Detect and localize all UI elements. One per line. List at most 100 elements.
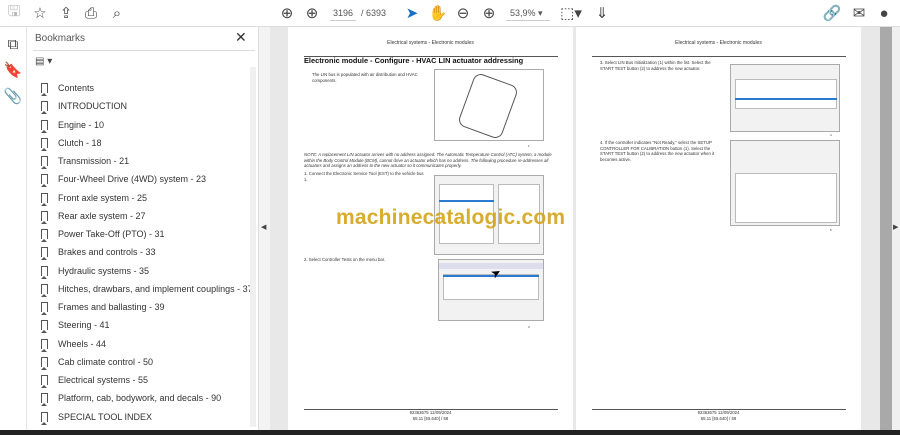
bookmark-item[interactable]: Hitches, drawbars, and implement couplin… [41, 281, 253, 297]
bookmark-label: Cab climate control - 50 [58, 356, 154, 367]
bookmark-label: Rear axle system - 27 [58, 210, 146, 221]
step-3: 3. Select LIN Bus Initialization (1) wit… [600, 60, 711, 71]
bookmark-icon [41, 210, 48, 224]
bookmark-item[interactable]: Brakes and controls - 33 [41, 244, 156, 261]
bookmark-item[interactable]: Electrical systems - 55 [41, 372, 148, 388]
divider [592, 56, 846, 57]
figure-number: 4 [830, 133, 832, 137]
page-header: Electrical systems - Electronic modules [387, 40, 474, 46]
note-text: NOTE: A replacement LIN actuator arrives… [304, 152, 552, 169]
vertical-scrollbar[interactable]: ▶ [880, 27, 900, 430]
email-icon[interactable]: ✉ [849, 4, 869, 22]
taskbar [0, 430, 900, 435]
footer-page: 55.11 [55.640] / 58 [412, 415, 449, 421]
save-icon[interactable]: 🖫 [4, 3, 24, 22]
footer-page: 55.11 [55.640] / 59 [700, 415, 737, 421]
bookmark-icon [41, 356, 48, 370]
bookmark-item[interactable]: Transmission - 21 [41, 153, 129, 169]
arrow-down-circle-icon[interactable]: ⊕ [302, 4, 322, 22]
bookmark-icon [41, 375, 48, 388]
bookmark-icon [41, 302, 48, 315]
bookmark-options-button[interactable]: ▤ ▾ [35, 56, 52, 67]
scroll-mode-icon[interactable]: ⇓ [592, 4, 612, 22]
search-icon[interactable]: ⌕ [107, 4, 127, 22]
bookmark-item[interactable]: Rear axle system - 27 [41, 208, 146, 224]
bookmark-icon [41, 320, 48, 334]
bookmark-item[interactable]: Four-Wheel Drive (4WD) system - 23 [41, 171, 207, 188]
bookmark-icon [41, 137, 48, 151]
bookmark-icon [41, 119, 48, 133]
print-icon[interactable]: ⎙ [81, 4, 101, 22]
bookmark-icon [41, 393, 48, 407]
bookmark-icon [41, 229, 48, 242]
share-link-icon[interactable]: 🔗 [822, 4, 842, 22]
page-footer: 92363675 12/09/2024 55.11 [55.640] / 59 [576, 410, 861, 421]
divider [33, 50, 255, 51]
bookmark-icon [41, 338, 48, 352]
bookmark-label: Transmission - 21 [58, 156, 130, 166]
toolbar: 🖫 ☆ ⇪ ⎙ ⌕ ⊕ ⊕ 3196 / 6393 ➤ ✋ ⊖ ⊕ 53,9% … [0, 0, 900, 27]
collapse-arrow-icon[interactable]: ◀ [261, 223, 266, 231]
fit-page-icon[interactable]: ⬚▾ [560, 4, 582, 22]
scrollbar-thumb[interactable] [880, 27, 892, 430]
zoom-select[interactable]: 53,9% ▾ [506, 5, 550, 21]
bookmark-icon [41, 83, 48, 96]
attachment-icon[interactable]: 📎 [3, 87, 23, 105]
bookmark-item[interactable]: Power Take-Off (PTO) - 31 [41, 226, 165, 242]
close-icon[interactable]: ✕ [235, 29, 247, 46]
bookmark-label: Front axle system - 25 [58, 192, 148, 203]
page-number-input[interactable]: 3196 [330, 5, 356, 21]
pages-icon[interactable]: ⧉ [3, 35, 23, 53]
bookmark-item[interactable]: SPECIAL TOOL INDEX [41, 409, 152, 425]
cloud-upload-icon[interactable]: ⇪ [56, 4, 76, 22]
bookmark-icon [41, 283, 48, 297]
step-2: 2. Select Controller Tests on the menu b… [304, 257, 386, 262]
bookmark-item[interactable]: INTRODUCTION [41, 98, 127, 115]
intro-text: The LIN bus is populated with air distri… [312, 72, 418, 83]
bookmark-icon [41, 156, 48, 169]
screenshot-figure [730, 140, 840, 226]
zoom-out-icon[interactable]: ⊖ [453, 4, 473, 22]
bookmark-item[interactable]: Cab climate control - 50 [41, 354, 153, 370]
account-icon[interactable]: ● [874, 4, 894, 22]
bookmark-icon[interactable]: 🔖 [3, 61, 23, 79]
arrow-up-circle-icon[interactable]: ⊕ [277, 4, 297, 22]
page-footer: 92363675 12/09/2024 55.11 [55.640] / 58 [288, 410, 573, 421]
star-icon[interactable]: ☆ [30, 4, 50, 22]
bookmark-label: Electrical systems - 55 [58, 375, 149, 385]
bookmark-item[interactable]: Contents [41, 80, 94, 96]
bookmark-item[interactable]: Frames and ballasting - 39 [41, 299, 165, 315]
bookmark-item[interactable]: Platform, cab, bodywork, and decals - 90 [41, 390, 221, 407]
bookmark-label: Wheels - 44 [58, 338, 107, 349]
bookmark-label: Four-Wheel Drive (4WD) system - 23 [58, 174, 207, 185]
bookmark-item[interactable]: Steering - 41 [41, 317, 110, 334]
page-total: / 6393 [361, 8, 387, 18]
bookmark-item[interactable]: Hydraulic systems - 35 [41, 263, 149, 279]
zoom-in-icon[interactable]: ⊕ [479, 4, 499, 22]
screenshot-figure [730, 64, 840, 132]
bookmark-label: INTRODUCTION [58, 101, 127, 112]
expand-arrow-icon[interactable]: ▶ [893, 223, 898, 231]
page-right: Electrical systems - Electronic modules … [576, 27, 861, 430]
bookmark-icon [41, 174, 48, 188]
bookmark-icon [41, 411, 48, 425]
bookmarks-panel: Bookmarks ✕ ▤ ▾ Contents INTRODUCTION Engi… [27, 27, 258, 430]
bookmark-label: SPECIAL TOOL INDEX [58, 411, 153, 422]
bookmark-item[interactable]: Clutch - 18 [41, 135, 102, 151]
bookmark-label: Steering - 41 [58, 320, 110, 331]
screenshot-figure: ➤ [438, 259, 544, 321]
bookmark-item[interactable]: Front axle system - 25 [41, 190, 147, 206]
bookmark-icon [41, 101, 48, 115]
page-header: Electrical systems - Electronic modules [675, 40, 762, 46]
watermark: machinecatalogic.com [336, 206, 566, 229]
hand-icon[interactable]: ✋ [428, 4, 448, 22]
bookmark-label: Hitches, drawbars, and implement couplin… [58, 283, 253, 294]
figure-number: 5 [830, 228, 832, 232]
cursor-icon[interactable]: ➤ [402, 4, 422, 22]
bookmark-icon [41, 247, 48, 261]
bookmark-item[interactable]: Engine - 10 [41, 117, 104, 133]
bookmark-item[interactable]: Wheels - 44 [41, 336, 106, 352]
panel-scrollbar[interactable] [250, 67, 256, 427]
panel-splitter[interactable]: ◀ [258, 27, 270, 430]
step-1: 1. Connect the Electronic Service Tool (… [304, 171, 424, 182]
